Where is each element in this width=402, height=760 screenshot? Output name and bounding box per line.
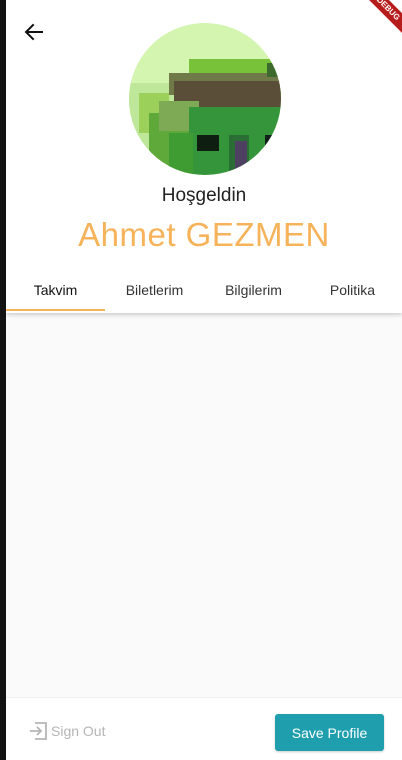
- save-profile-label: Save Profile: [291, 724, 368, 741]
- tab-politika[interactable]: Politika: [303, 268, 402, 312]
- save-profile-button[interactable]: Save Profile: [275, 714, 384, 751]
- profile-screen: DEBUG Hoşgeldin Ahmet GEZMEN Takvim Bile…: [6, 0, 402, 760]
- welcome-text: Hoşgeldin: [161, 185, 247, 206]
- avatar[interactable]: [129, 23, 281, 175]
- arrow-left-icon: [24, 23, 43, 41]
- profile-header: DEBUG Hoşgeldin Ahmet GEZMEN Takvim Bile…: [6, 0, 402, 313]
- debug-banner: DEBUG: [354, 0, 402, 43]
- avatar-image: [129, 23, 281, 175]
- exit-icon: [30, 722, 47, 740]
- tab-bilgilerim[interactable]: Bilgilerim: [204, 268, 303, 312]
- sign-out-button[interactable]: Sign Out: [28, 720, 105, 742]
- tab-bar: Takvim Biletlerim Bilgilerim Politika: [6, 268, 402, 312]
- bottom-action-bar: Sign Out Save Profile: [6, 697, 402, 760]
- user-name: Ahmet GEZMEN: [78, 216, 330, 253]
- sign-out-label: Sign Out: [51, 723, 106, 739]
- tab-content-area: [6, 313, 402, 697]
- tab-biletlerim[interactable]: Biletlerim: [105, 268, 204, 312]
- tab-indicator: [6, 309, 105, 311]
- back-button[interactable]: [22, 20, 46, 44]
- tab-takvim[interactable]: Takvim: [6, 268, 105, 312]
